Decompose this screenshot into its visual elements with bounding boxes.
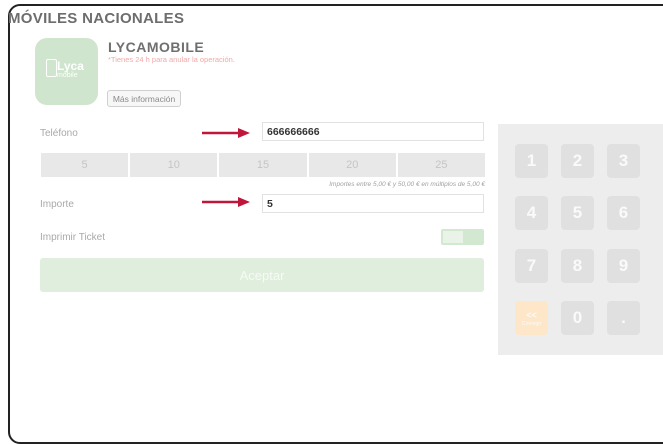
phone-icon xyxy=(46,59,57,77)
amount-presets: 5 10 15 20 25 xyxy=(41,153,486,177)
key-5[interactable]: 5 xyxy=(561,196,594,230)
amount-15-button[interactable]: 15 xyxy=(219,153,307,177)
backspace-icon: << xyxy=(526,309,537,320)
key-8[interactable]: 8 xyxy=(561,249,594,283)
amount-5-button[interactable]: 5 xyxy=(41,153,129,177)
key-0[interactable]: 0 xyxy=(561,301,594,335)
importe-input[interactable]: 5 xyxy=(262,194,484,213)
toggle-knob xyxy=(443,231,463,243)
importe-label: Importe xyxy=(40,199,74,210)
logo-subtext: mobile xyxy=(57,72,78,79)
key-1[interactable]: 1 xyxy=(515,144,548,178)
key-correct[interactable]: << Corregir xyxy=(515,301,548,335)
print-ticket-toggle[interactable] xyxy=(441,229,484,245)
key-dot[interactable]: . xyxy=(607,301,640,335)
operator-name: LYCAMOBILE xyxy=(108,39,205,55)
key-2[interactable]: 2 xyxy=(561,144,594,178)
more-info-button[interactable]: Más información xyxy=(107,90,181,107)
phone-label: Teléfono xyxy=(40,128,78,139)
operator-note: *Tienes 24 h para anular la operación. xyxy=(108,55,235,64)
accept-button[interactable]: Aceptar xyxy=(40,258,484,292)
logo-text: Lyca xyxy=(57,59,84,73)
amount-20-button[interactable]: 20 xyxy=(308,153,396,177)
key-3[interactable]: 3 xyxy=(607,144,640,178)
amount-25-button[interactable]: 25 xyxy=(397,153,486,177)
amount-hint: Importes entre 5,00 € y 50,00 € en múlti… xyxy=(329,181,485,188)
arrow-icon xyxy=(202,197,250,207)
arrow-icon xyxy=(202,128,250,138)
key-7[interactable]: 7 xyxy=(515,249,548,283)
operator-logo: Lyca mobile xyxy=(35,38,98,105)
key-correct-label: Corregir xyxy=(521,320,542,327)
phone-input[interactable]: 666666666 xyxy=(262,122,484,141)
numeric-keypad: 1 2 3 4 5 6 7 8 9 << Corregir 0 . xyxy=(498,124,663,355)
key-9[interactable]: 9 xyxy=(607,249,640,283)
key-4[interactable]: 4 xyxy=(515,196,548,230)
key-6[interactable]: 6 xyxy=(607,196,640,230)
ticket-label: Imprimir Ticket xyxy=(40,232,105,243)
page-title: MÓVILES NACIONALES xyxy=(8,10,185,27)
amount-10-button[interactable]: 10 xyxy=(130,153,218,177)
